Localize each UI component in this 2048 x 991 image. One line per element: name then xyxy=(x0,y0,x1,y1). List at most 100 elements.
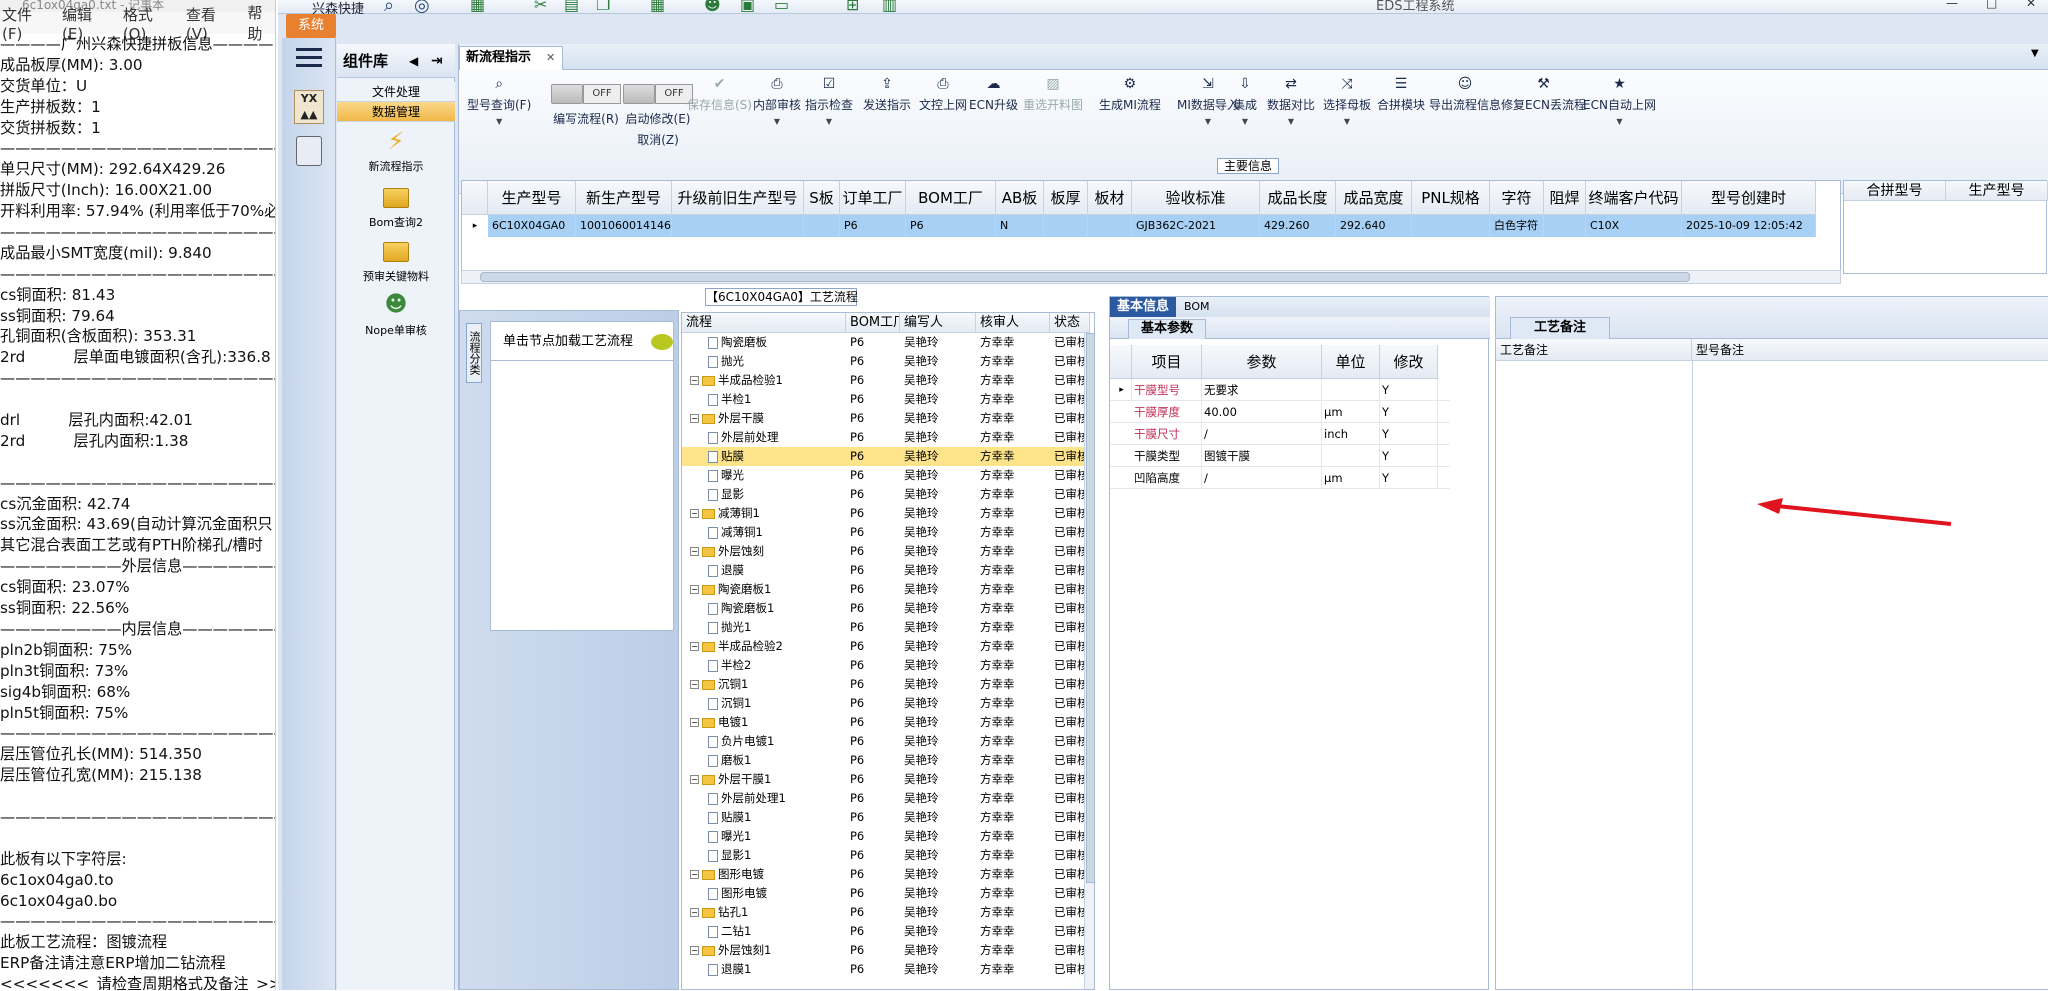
tree-file-row[interactable]: 沉铜1 P6 吴艳玲 方幸幸 已审核 xyxy=(682,694,1094,713)
chevron-down-icon[interactable]: ▼ xyxy=(805,117,853,126)
tree-folder-row[interactable]: − 陶瓷磨板1 P6 吴艳玲 方幸幸 已审核 xyxy=(682,580,1094,599)
tree-folder-row[interactable]: − 减薄铜1 P6 吴艳玲 方幸幸 已审核 xyxy=(682,504,1094,523)
param-value[interactable]: 图镀干膜 xyxy=(1202,445,1322,467)
expand-toggle-icon[interactable]: − xyxy=(690,908,699,917)
lib-item-bom-query[interactable]: Bom查询2 xyxy=(337,188,455,230)
tree-scrollbar-thumb[interactable] xyxy=(1086,333,1094,883)
grid2-header-cell[interactable]: 合拼型号 xyxy=(1844,181,1946,201)
tree-folder-row[interactable]: − 外层干膜 P6 吴艳玲 方幸幸 已审核 xyxy=(682,409,1094,428)
category-data-management[interactable]: 数据管理 xyxy=(337,102,455,122)
tree-folder-row[interactable]: − 图形电镀 P6 吴艳玲 方幸幸 已审核 xyxy=(682,865,1094,884)
pin-icon[interactable]: ⇥ xyxy=(431,44,443,78)
tree-file-row[interactable]: 磨板1 P6 吴艳玲 方幸幸 已审核 xyxy=(682,751,1094,770)
windows-icon[interactable]: ⊞ xyxy=(846,0,859,14)
ribbon-search-button[interactable]: ⌕ 型号查询(F) ▼ xyxy=(467,76,531,126)
ribbon-check-button[interactable]: ✔ 保存信息(S) xyxy=(687,76,752,113)
basic-header-cell[interactable]: 参数 xyxy=(1202,345,1322,379)
table-icon[interactable]: ▦ xyxy=(470,0,485,14)
grid-cell[interactable]: C10X xyxy=(1586,215,1682,237)
tree-file-row[interactable]: 负片电镀1 P6 吴艳玲 方幸幸 已审核 xyxy=(682,732,1094,751)
basic-header-cell[interactable]: 修改 xyxy=(1380,345,1438,379)
tab-menu-chevron-icon[interactable]: ▼ xyxy=(2031,48,2039,59)
ribbon-image-button[interactable]: ▨ 重选开料图 xyxy=(1023,76,1083,113)
grid-cell[interactable]: 10010600141468 xyxy=(576,215,672,237)
category-file-processing[interactable]: 文件处理 xyxy=(337,82,455,102)
ribbon-download-button[interactable]: ⇩ 集成 ▼ xyxy=(1233,76,1257,126)
grid-cell[interactable]: 6C10X04GA0 xyxy=(488,215,576,237)
tab-close-icon[interactable]: ✕ xyxy=(546,47,555,69)
tree-file-row[interactable]: 贴膜1 P6 吴艳玲 方幸幸 已审核 xyxy=(682,808,1094,827)
ribbon-wrench-button[interactable]: ⚒ 修复ECN丢流程 xyxy=(1501,76,1586,113)
basic-param-row[interactable]: 凹陷高度 / μm Y xyxy=(1110,467,1450,489)
book-icon[interactable]: ▥ xyxy=(882,0,897,14)
grid-header-cell[interactable]: 新生产型号 xyxy=(576,181,672,215)
grid-header-cell[interactable]: S板 xyxy=(804,181,840,215)
grid-header-cell[interactable]: 板厚 xyxy=(1044,181,1088,215)
scissors-icon[interactable]: ✂ xyxy=(534,0,547,14)
tree-folder-row[interactable]: − 外层蚀刻1 P6 吴艳玲 方幸幸 已审核 xyxy=(682,941,1094,960)
tree-folder-row[interactable]: − 电镀1 P6 吴艳玲 方幸幸 已审核 xyxy=(682,713,1094,732)
tree-file-row[interactable]: 减薄铜1 P6 吴艳玲 方幸幸 已审核 xyxy=(682,523,1094,542)
category-vertical-tab[interactable]: 流程分类 xyxy=(466,323,482,383)
hamburger-menu-icon[interactable] xyxy=(296,48,322,68)
expand-toggle-icon[interactable]: − xyxy=(690,680,699,689)
expand-toggle-icon[interactable]: − xyxy=(690,376,699,385)
param-value[interactable]: 40.00 xyxy=(1202,401,1322,423)
grid-cell[interactable] xyxy=(1412,215,1490,237)
grid-cell[interactable] xyxy=(672,215,804,237)
tree-file-row[interactable]: 半检2 P6 吴艳玲 方幸幸 已审核 xyxy=(682,656,1094,675)
tree-file-row[interactable]: 陶瓷磨板 P6 吴艳玲 方幸幸 已审核 xyxy=(682,333,1094,352)
grid-cell[interactable]: P6 xyxy=(906,215,996,237)
ribbon-checkbox-button[interactable]: ☑ 指示检查 ▼ xyxy=(805,76,853,126)
ribbon-smile-button[interactable]: ☺ 导出流程信息 xyxy=(1429,76,1501,113)
lib-item-new-process[interactable]: ⚡ 新流程指示 xyxy=(337,128,455,174)
ribbon-import-button[interactable]: ⇲ MI数据导入 ▼ xyxy=(1177,76,1239,126)
close-icon[interactable]: ✕ xyxy=(2026,0,2036,10)
chevron-down-icon[interactable]: ▼ xyxy=(1233,117,1257,126)
tree-file-row[interactable]: 退膜 P6 吴艳玲 方幸幸 已审核 xyxy=(682,561,1094,580)
search-icon[interactable]: ⌕ xyxy=(384,0,394,16)
basic-param-row[interactable]: 干膜厚度 40.00 μm Y xyxy=(1110,401,1450,423)
maximize-icon[interactable]: □ xyxy=(1986,0,1997,10)
tree-header-cell[interactable]: 编写人 xyxy=(900,313,976,333)
notepad-text-area[interactable]: ————广州兴森快捷拼板信息———— 成品板厚(MM): 3.00 交货单位：U 生产… xyxy=(0,34,275,990)
grid-header-cell[interactable]: 升级前旧生产型号 xyxy=(672,181,804,215)
expand-toggle-icon[interactable]: − xyxy=(690,509,699,518)
tree-file-row[interactable]: 外层前处理1 P6 吴艳玲 方幸幸 已审核 xyxy=(682,789,1094,808)
grid-header-cell[interactable]: 型号创建时 xyxy=(1682,181,1816,215)
tree-folder-row[interactable]: − 外层蚀刻 P6 吴艳玲 方幸幸 已审核 xyxy=(682,542,1094,561)
tree-folder-row[interactable]: − 半成品检验1 P6 吴艳玲 方幸幸 已审核 xyxy=(682,371,1094,390)
image-icon[interactable]: ▣ xyxy=(740,0,755,14)
tree-file-row[interactable]: 二钻1 P6 吴艳玲 方幸幸 已审核 xyxy=(682,922,1094,941)
horizontal-scrollbar[interactable] xyxy=(461,270,1841,284)
grid-header-cell[interactable]: 成品长度 xyxy=(1260,181,1336,215)
chevron-down-icon[interactable]: ▼ xyxy=(1177,117,1239,126)
tree-file-row[interactable]: 外层前处理 P6 吴艳玲 方幸幸 已审核 xyxy=(682,428,1094,447)
tree-folder-row[interactable]: − 半成品检验2 P6 吴艳玲 方幸幸 已审核 xyxy=(682,637,1094,656)
grid-header-cell[interactable]: AB板 xyxy=(996,181,1044,215)
lib-item-nope-review[interactable]: ☻ Nope单审核 xyxy=(337,292,455,338)
tree-header-cell[interactable]: BOM工厂 xyxy=(846,313,900,333)
tree-header-cell[interactable]: 流程 xyxy=(682,313,846,333)
tree-file-row[interactable]: 抛光 P6 吴艳玲 方幸幸 已审核 xyxy=(682,352,1094,371)
param-value[interactable]: 无要求 xyxy=(1202,379,1322,401)
param-value[interactable]: / xyxy=(1202,423,1322,445)
tree-file-row[interactable]: 显影1 P6 吴艳玲 方幸幸 已审核 xyxy=(682,846,1094,865)
collapse-left-icon[interactable]: ◀ xyxy=(409,44,418,78)
param-value[interactable]: / xyxy=(1202,467,1322,489)
ribbon-print-button[interactable]: ⎙ 文控上网 xyxy=(919,76,967,113)
grid-icon[interactable]: ▦ xyxy=(650,0,665,14)
basic-param-row[interactable]: 干膜类型 图镀干膜 Y xyxy=(1110,445,1450,467)
grid-header-cell[interactable]: 字符 xyxy=(1490,181,1544,215)
tree-file-row[interactable]: 图形电镀 P6 吴艳玲 方幸幸 已审核 xyxy=(682,884,1094,903)
user-icon[interactable]: ☻ xyxy=(704,0,721,14)
ribbon-list-button[interactable]: ☰ 合拼模块 xyxy=(1377,76,1425,113)
ribbon-cloud-button[interactable]: ☁ ECN升级 xyxy=(969,76,1018,113)
grid-header-cell[interactable]: PNL规格 xyxy=(1412,181,1490,215)
tab-basic-params[interactable]: 基本参数 xyxy=(1128,319,1206,339)
load-process-hint[interactable]: 单击节点加载工艺流程 xyxy=(490,321,674,361)
globe-icon[interactable]: ◎ xyxy=(414,0,430,16)
grid-header-cell[interactable]: 订单工厂 xyxy=(840,181,906,215)
grid-header-cell[interactable]: 阻焊 xyxy=(1544,181,1586,215)
calculator-icon[interactable] xyxy=(296,136,322,166)
